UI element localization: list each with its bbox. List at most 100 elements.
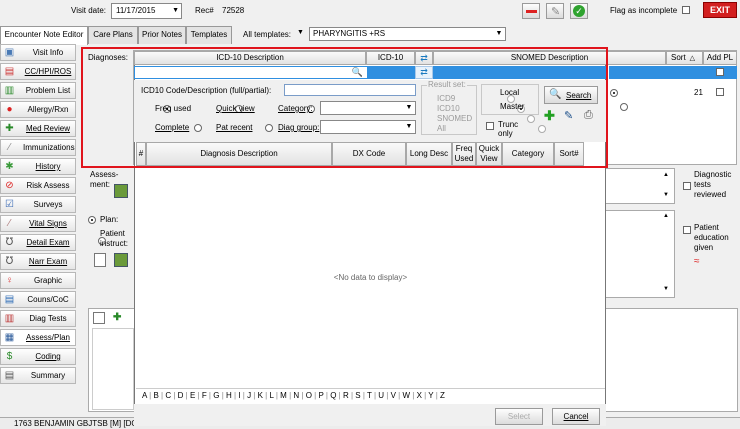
sidebar-item-label: Graphic bbox=[33, 276, 62, 285]
cancel-button-label: Cancel bbox=[563, 412, 589, 421]
survey-icon: ☑ bbox=[5, 199, 14, 210]
highlight-box bbox=[81, 47, 608, 168]
minus-icon bbox=[526, 10, 537, 13]
sidebar-item-label: Problem List bbox=[25, 86, 71, 95]
stethoscope-icon: ℧ bbox=[5, 256, 14, 267]
education-icon[interactable]: ≈ bbox=[694, 256, 700, 267]
sidebar-item-surveys[interactable]: ☑ Surveys bbox=[0, 196, 76, 213]
tab-prior-notes[interactable]: Prior Notes bbox=[138, 26, 186, 44]
grid-icon: ▦ bbox=[4, 332, 15, 343]
sidebar-item-label: Narr Exam bbox=[28, 257, 68, 266]
select-button[interactable]: Select bbox=[495, 408, 543, 425]
visit-date-field[interactable]: 11/17/2015 ▼ bbox=[111, 3, 182, 19]
allergy-icon: ● bbox=[6, 104, 13, 115]
sidebar-item-label: Surveys bbox=[33, 200, 63, 209]
sidebar-item-label: CC/HPI/ROS bbox=[24, 67, 72, 76]
scroll-down-icon[interactable]: ▼ bbox=[663, 192, 669, 198]
summary-icon: ▤ bbox=[4, 370, 15, 381]
templates-value: PHARYNGITIS +RS bbox=[313, 29, 386, 38]
exit-button[interactable]: EXIT bbox=[703, 2, 737, 18]
sidebar-item-visit-info[interactable]: ▣ Visit Info bbox=[0, 44, 76, 61]
scroll-up-icon[interactable]: ▲ bbox=[663, 213, 669, 219]
sidebar-item-allergy[interactable]: ● Allergy/Rxn bbox=[0, 101, 76, 118]
sidebar-item-label: Couns/CoC bbox=[27, 295, 69, 304]
sidebar-item-history[interactable]: ✱ History bbox=[0, 158, 76, 175]
patient-instruct-label: Patient instruct: bbox=[100, 229, 129, 248]
visit-date-label: Visit date: bbox=[71, 6, 106, 15]
sort-value: 21 bbox=[694, 88, 703, 97]
tab-templates[interactable]: Templates bbox=[186, 26, 232, 44]
sidebar-item-narr-exam[interactable]: ℧ Narr Exam bbox=[0, 253, 76, 270]
no-icon: ⊘ bbox=[5, 180, 14, 191]
sidebar-item-label: History bbox=[35, 162, 61, 171]
sidebar-item-detail-exam[interactable]: ℧ Detail Exam bbox=[0, 234, 76, 251]
sidebar-item-label: Summary bbox=[30, 371, 66, 380]
sidebar-item-label: Detail Exam bbox=[26, 238, 70, 247]
chevron-down-icon: ▼ bbox=[495, 30, 503, 37]
template-icon[interactable] bbox=[114, 184, 128, 198]
edit-button[interactable]: ✎ bbox=[546, 3, 564, 19]
plan-label: Plan: bbox=[100, 215, 119, 224]
sidebar-item-cc-hpi-ros[interactable]: ▤ CC/HPI/ROS bbox=[0, 63, 76, 80]
template-icon[interactable] bbox=[114, 253, 128, 267]
sidebar-item-graphic[interactable]: ♀ Graphic bbox=[0, 272, 76, 289]
alphabet-letter-w[interactable]: W bbox=[402, 391, 410, 400]
sidebar-item-couns-coc[interactable]: ▤ Couns/CoC bbox=[0, 291, 76, 308]
document-icon: ▤ bbox=[4, 294, 15, 305]
master-radio[interactable] bbox=[620, 102, 629, 111]
document-icon: ▤ bbox=[4, 66, 15, 77]
alphabet-letter-m[interactable]: M bbox=[280, 391, 287, 400]
alphabet-letter-z[interactable]: Z bbox=[440, 391, 445, 400]
rec-label: Rec# bbox=[195, 6, 214, 15]
sort-header-label: Sort bbox=[671, 53, 686, 62]
sidebar-item-immunizations[interactable]: ⁄ Immunizations bbox=[0, 139, 76, 156]
local-radio[interactable] bbox=[609, 88, 618, 97]
list-icon: ▥ bbox=[4, 85, 15, 96]
plan-radio[interactable] bbox=[88, 215, 96, 224]
delete-button[interactable] bbox=[522, 3, 540, 19]
empty-results-message: <No data to display> bbox=[333, 273, 408, 282]
sidebar-item-label: Assess/Plan bbox=[25, 333, 71, 342]
clipboard-icon: ▣ bbox=[4, 47, 15, 58]
plan-textbox[interactable] bbox=[605, 210, 675, 298]
sidebar-item-label: Med Review bbox=[25, 124, 70, 133]
flag-incomplete-label: Flag as incomplete bbox=[610, 6, 678, 15]
sidebar-item-problem-list[interactable]: ▥ Problem List bbox=[0, 82, 76, 99]
sort-column-header[interactable]: Sort △ bbox=[666, 51, 703, 65]
sidebar-item-label: Vital Signs bbox=[29, 219, 67, 228]
cancel-button[interactable]: Cancel bbox=[552, 408, 600, 425]
tab-encounter-note-editor[interactable]: Encounter Note Editor bbox=[0, 26, 88, 45]
chevron-down-icon: ▼ bbox=[172, 7, 179, 14]
tab-care-plans[interactable]: Care Plans bbox=[88, 26, 138, 44]
chart-icon: ▥ bbox=[4, 313, 15, 324]
sidebar-item-coding[interactable]: $ Coding bbox=[0, 348, 76, 365]
scroll-up-icon[interactable]: ▲ bbox=[663, 172, 669, 178]
sidebar-item-vital-signs[interactable]: ⁄ Vital Signs bbox=[0, 215, 76, 232]
sidebar-item-label: Allergy/Rxn bbox=[27, 105, 69, 114]
sidebar-item-med-review[interactable]: ✚ Med Review bbox=[0, 120, 76, 137]
diagnostic-tests-checkbox[interactable] bbox=[683, 182, 691, 190]
sidebar-item-assess-plan[interactable]: ▦ Assess/Plan bbox=[0, 329, 76, 346]
sidebar-item-label: Visit Info bbox=[32, 48, 64, 57]
add-pl-checkbox[interactable] bbox=[716, 88, 724, 96]
patient-education-checkbox[interactable] bbox=[683, 226, 691, 234]
templates-select[interactable]: PHARYNGITIS +RS ▼ bbox=[309, 27, 506, 41]
add-pl-column-header[interactable]: Add PL bbox=[703, 51, 737, 65]
flag-incomplete-checkbox[interactable] bbox=[682, 6, 690, 14]
history-icon: ✱ bbox=[5, 161, 14, 172]
accept-button[interactable]: ✓ bbox=[570, 3, 588, 19]
sidebar-item-diag-tests[interactable]: ▥ Diag Tests bbox=[0, 310, 76, 327]
patient-education-label: Patient education given bbox=[694, 223, 729, 252]
medication-icon: ✚ bbox=[5, 123, 14, 134]
add-pl-checkbox[interactable] bbox=[716, 68, 724, 76]
notes-body[interactable] bbox=[92, 328, 134, 410]
checklist-icon[interactable] bbox=[93, 312, 105, 324]
rec-value: 72528 bbox=[222, 6, 245, 15]
add-icon[interactable]: ✚ bbox=[113, 312, 121, 323]
sidebar-item-risk-assess[interactable]: ⊘ Risk Assess bbox=[0, 177, 76, 194]
thermometer-icon: ⁄ bbox=[8, 218, 11, 229]
scroll-down-icon[interactable]: ▼ bbox=[663, 286, 669, 292]
visit-date-value: 11/17/2015 bbox=[116, 6, 156, 15]
sidebar-item-summary[interactable]: ▤ Summary bbox=[0, 367, 76, 384]
copy-icon[interactable] bbox=[94, 253, 106, 267]
